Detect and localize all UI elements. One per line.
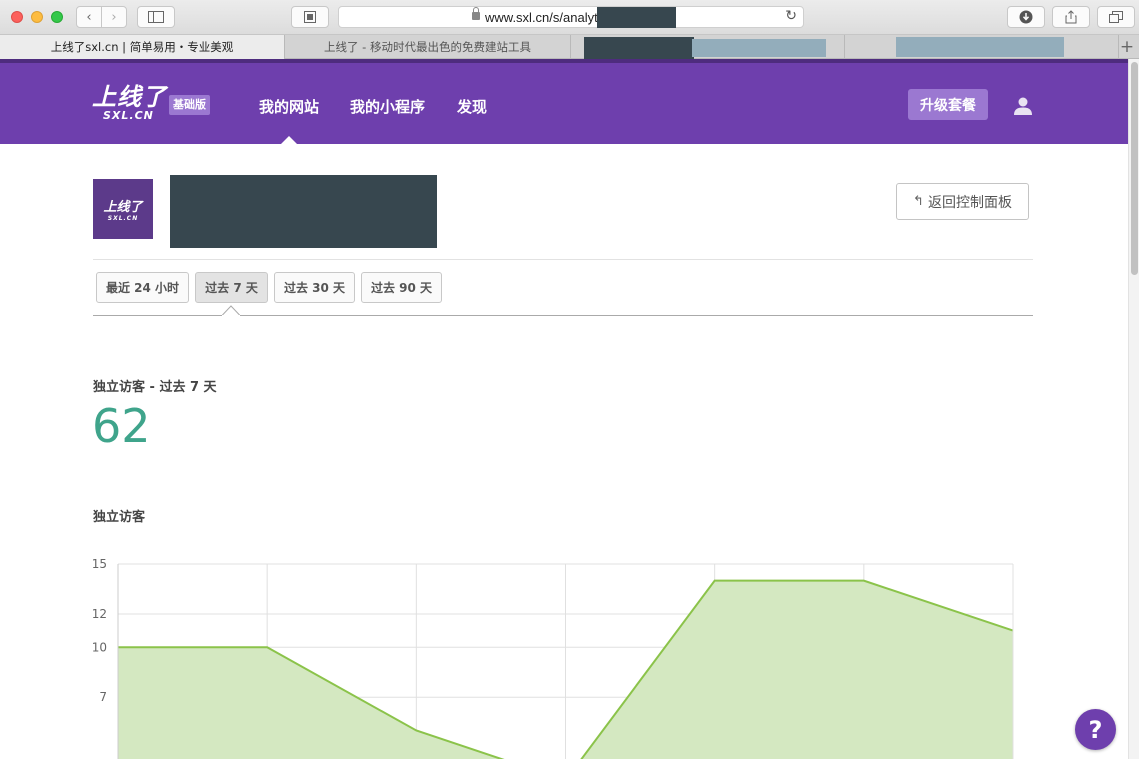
unique-visitors-value: 62 xyxy=(92,399,151,453)
upgrade-plan-button[interactable]: 升级套餐 xyxy=(908,89,988,120)
share-icon xyxy=(1065,10,1077,24)
redacted-block xyxy=(584,37,694,59)
active-nav-caret xyxy=(281,136,297,144)
browser-tab-bar: 上线了sxl.cn | 简单易用・专业美观 上线了 - 移动时代最出色的免费建站… xyxy=(0,35,1139,59)
site-thumbnail: 上线了 SXL.CN xyxy=(93,179,153,239)
data-point xyxy=(714,580,716,582)
period-30d-button[interactable]: 过去 30 天 xyxy=(274,272,355,303)
share-button[interactable] xyxy=(1052,6,1090,28)
nav-my-miniprograms[interactable]: 我的小程序 xyxy=(350,96,425,117)
sidebar-toggle-button[interactable] xyxy=(137,6,175,28)
back-to-dashboard-button[interactable]: ↰ 返回控制面板 xyxy=(896,183,1029,220)
divider xyxy=(93,259,1033,260)
logo-text: 上线了 xyxy=(92,83,167,111)
site-thumbnail-text: 上线了 xyxy=(103,200,143,215)
url-bar[interactable]: www.sxl.cn/s/analyt ↻ xyxy=(338,6,804,28)
app-navbar: 上线了 SXL.CN 基础版 我的网站 我的小程序 发现 升级套餐 xyxy=(0,59,1128,144)
downloads-button[interactable] xyxy=(1007,6,1045,28)
period-24h-button[interactable]: 最近 24 小时 xyxy=(96,272,189,303)
site-thumbnail-subtext: SXL.CN xyxy=(107,215,139,222)
logo[interactable]: 上线了 SXL.CN xyxy=(92,85,167,122)
data-point xyxy=(863,580,865,582)
y-tick-label: 15 xyxy=(92,557,107,571)
reply-arrow-icon: ↰ xyxy=(913,194,924,209)
back-button-label: 返回控制面板 xyxy=(927,194,1012,211)
scrollbar-thumb[interactable] xyxy=(1131,62,1138,275)
active-period-caret xyxy=(222,305,240,316)
data-point xyxy=(415,730,417,731)
reload-icon[interactable]: ↻ xyxy=(785,8,797,24)
tabs-icon xyxy=(1109,11,1123,23)
y-tick-label: 12 xyxy=(92,607,107,621)
download-icon xyxy=(1019,10,1033,24)
chevron-right-icon: › xyxy=(111,9,117,25)
page-scrollbar[interactable] xyxy=(1128,59,1139,759)
fullscreen-window-button[interactable] xyxy=(51,11,63,23)
period-7d-button[interactable]: 过去 7 天 xyxy=(195,272,268,303)
redacted-block xyxy=(692,39,826,57)
browser-toolbar: ‹ › www.sxl.cn/s/analyt ↻ xyxy=(0,0,1139,35)
question-icon: ? xyxy=(1088,715,1103,744)
redacted-block xyxy=(597,7,676,28)
redacted-block xyxy=(896,37,1064,57)
data-point xyxy=(266,646,268,648)
tab-label: 上线了 - 移动时代最出色的免费建站工具 xyxy=(324,40,531,54)
browser-tab[interactable]: 上线了 - 移动时代最出色的免费建站工具 xyxy=(285,35,571,59)
plan-badge: 基础版 xyxy=(169,95,210,115)
new-tab-button[interactable]: + xyxy=(1117,36,1137,58)
chevron-left-icon: ‹ xyxy=(86,9,92,25)
y-tick-label: 7 xyxy=(99,690,107,704)
y-tick-label: 10 xyxy=(92,640,107,654)
user-icon[interactable] xyxy=(1013,96,1033,116)
nav-my-sites[interactable]: 我的网站 xyxy=(259,96,319,117)
unique-visitors-label: 独立访客 - 过去 7 天 xyxy=(93,380,217,395)
nav-discover[interactable]: 发现 xyxy=(457,96,487,117)
close-window-button[interactable] xyxy=(11,11,23,23)
browser-tab[interactable]: 上线了sxl.cn | 简单易用・专业美观 xyxy=(0,35,285,59)
unique-visitors-chart: 15 12 10 7 xyxy=(92,557,1014,759)
reader-icon xyxy=(304,11,316,23)
period-90d-button[interactable]: 过去 90 天 xyxy=(361,272,442,303)
tabs-overview-button[interactable] xyxy=(1097,6,1135,28)
lock-icon xyxy=(472,7,480,20)
help-button[interactable]: ? xyxy=(1075,709,1116,750)
minimize-window-button[interactable] xyxy=(31,11,43,23)
redacted-site-title xyxy=(170,175,437,248)
chart-title: 独立访客 xyxy=(93,510,146,525)
url-text: www.sxl.cn/s/analyt xyxy=(485,10,598,25)
tab-label: 上线了sxl.cn | 简单易用・专业美观 xyxy=(50,40,234,54)
reader-view-button[interactable] xyxy=(291,6,329,28)
sidebar-icon xyxy=(148,11,164,23)
forward-nav-button[interactable]: › xyxy=(101,6,127,28)
back-nav-button[interactable]: ‹ xyxy=(76,6,102,28)
